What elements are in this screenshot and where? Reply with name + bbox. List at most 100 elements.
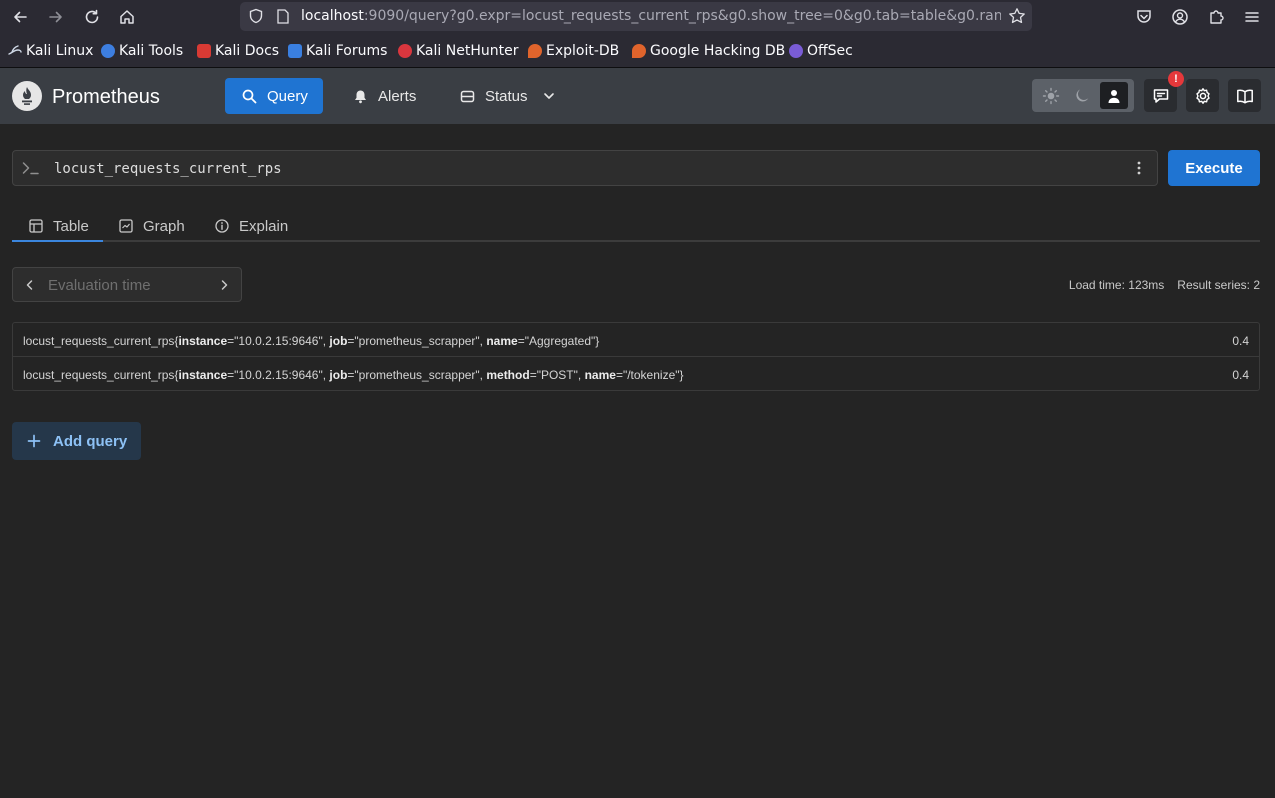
nav-alerts-label: Alerts <box>378 87 417 105</box>
add-query-label: Add query <box>53 432 128 450</box>
shield-icon[interactable] <box>248 8 264 24</box>
ghdb-icon <box>632 44 646 58</box>
nav-query-button[interactable]: Query <box>225 78 323 114</box>
expression-text[interactable]: locust_requests_current_rps <box>54 161 282 177</box>
arrow-right-icon <box>49 11 62 23</box>
chevron-left-icon[interactable] <box>23 278 37 292</box>
back-button[interactable] <box>7 4 33 30</box>
bookmark-kali-forums[interactable]: Kali Forums <box>288 43 387 59</box>
offsec-icon <box>789 44 803 58</box>
kali-forums-icon <box>288 44 302 58</box>
bookmark-label: Kali Tools <box>119 43 184 59</box>
label-key: instance <box>178 368 228 382</box>
chevron-right-icon[interactable] <box>217 278 231 292</box>
tab-table[interactable]: Table <box>29 213 89 239</box>
tab-table-label: Table <box>53 217 89 235</box>
bookmark-label: Kali NetHunter <box>416 43 519 59</box>
bookmark-kali-linux[interactable]: Kali Linux <box>8 43 93 59</box>
evaluation-time-input[interactable]: Evaluation time <box>48 277 151 294</box>
metric-name: locust_requests_current_rps <box>23 334 175 348</box>
expression-input[interactable]: locust_requests_current_rps <box>12 150 1158 186</box>
kali-tools-icon <box>101 44 115 58</box>
docs-button[interactable] <box>1228 79 1261 112</box>
label-key: name <box>584 368 616 382</box>
table-icon <box>29 219 43 233</box>
reload-button[interactable] <box>79 4 105 30</box>
app-header: Prometheus Query Alerts Status <box>0 68 1275 124</box>
account-button[interactable] <box>1167 4 1193 30</box>
label-value: "Aggregated" <box>524 334 596 348</box>
bookmark-label: Google Hacking DB <box>650 43 786 59</box>
execute-button[interactable]: Execute <box>1168 150 1260 186</box>
home-button[interactable] <box>114 4 140 30</box>
prometheus-logo-icon[interactable] <box>12 81 42 111</box>
book-icon <box>1236 88 1253 103</box>
settings-button[interactable] <box>1186 79 1219 112</box>
plus-icon <box>27 434 41 448</box>
table-row: locust_requests_current_rps{instance="10… <box>13 323 1259 357</box>
theme-auto-button[interactable] <box>1100 82 1128 109</box>
label-value: "/tokenize" <box>622 368 680 382</box>
tab-graph-label: Graph <box>143 217 185 235</box>
pocket-button[interactable] <box>1131 4 1157 30</box>
series-label: locust_requests_current_rps{instance="10… <box>23 334 600 348</box>
bookmark-kali-docs[interactable]: Kali Docs <box>197 43 279 59</box>
url-bar[interactable]: localhost:9090/query?g0.expr=locust_requ… <box>240 2 1032 31</box>
theme-dark-button[interactable] <box>1068 82 1096 109</box>
hamburger-icon <box>1245 12 1259 22</box>
tab-explain-label: Explain <box>239 217 289 235</box>
bookmark-kali-tools[interactable]: Kali Tools <box>101 43 183 59</box>
bookmark-offsec[interactable]: OffSec <box>789 43 853 59</box>
tab-graph[interactable]: Graph <box>119 213 185 239</box>
chevron-down-icon <box>543 93 554 99</box>
label-key: name <box>486 334 518 348</box>
bookmark-label: Kali Docs <box>215 43 280 59</box>
nav-alerts-button[interactable]: Alerts <box>353 78 416 114</box>
theme-light-button[interactable] <box>1037 82 1065 109</box>
sun-icon <box>1042 87 1060 104</box>
tab-active-indicator <box>12 240 103 242</box>
gear-icon <box>1195 87 1210 104</box>
tab-explain[interactable]: Explain <box>215 213 288 239</box>
url-text[interactable]: localhost:9090/query?g0.expr=locust_requ… <box>301 8 1001 24</box>
label-value: "prometheus_scrapper" <box>354 368 480 382</box>
series-value: 0.4 <box>1232 368 1249 382</box>
evaluation-time-picker: Evaluation time <box>12 267 242 302</box>
bookmark-kali-nethunter[interactable]: Kali NetHunter <box>398 43 518 59</box>
label-key: method <box>486 368 530 382</box>
bookmark-google-hacking-db[interactable]: Google Hacking DB <box>632 43 785 59</box>
nav-query-label: Query <box>267 87 308 105</box>
extensions-button[interactable] <box>1203 4 1229 30</box>
label-key: job <box>329 368 348 382</box>
load-time: Load time: 123ms <box>1068 278 1165 292</box>
puzzle-icon <box>1210 10 1224 24</box>
results-table: locust_requests_current_rps{instance="10… <box>12 322 1260 391</box>
brand-title[interactable]: Prometheus <box>52 86 160 109</box>
search-icon <box>242 89 257 103</box>
series-label: locust_requests_current_rps{instance="10… <box>23 368 684 382</box>
query-stats: Load time: 123ms Result series: 2 <box>1069 278 1260 292</box>
bookmark-label: OffSec <box>807 43 853 59</box>
bookmark-label: Kali Linux <box>26 43 94 59</box>
more-options-icon[interactable] <box>1131 160 1147 176</box>
result-series-count: Result series: 2 <box>1177 278 1260 292</box>
graph-icon <box>119 219 133 233</box>
user-icon <box>1108 89 1120 103</box>
forward-button[interactable] <box>43 4 69 30</box>
bookmark-exploit-db[interactable]: Exploit-DB <box>528 43 619 59</box>
label-key: instance <box>178 334 228 348</box>
star-icon[interactable] <box>1008 7 1026 25</box>
kali-dragon-icon <box>8 44 22 58</box>
nav-status-dropdown[interactable]: Status <box>460 78 556 114</box>
label-value: "10.0.2.15:9646" <box>234 334 323 348</box>
reload-icon <box>85 9 99 24</box>
server-icon <box>460 90 475 102</box>
account-icon <box>1172 9 1188 25</box>
page-icon <box>277 9 289 24</box>
table-row: locust_requests_current_rps{instance="10… <box>13 357 1259 390</box>
metric-name: locust_requests_current_rps <box>23 368 175 382</box>
menu-button[interactable] <box>1239 4 1265 30</box>
tabs-divider <box>12 240 1260 242</box>
series-value: 0.4 <box>1232 334 1249 348</box>
add-query-button[interactable]: Add query <box>12 422 141 460</box>
